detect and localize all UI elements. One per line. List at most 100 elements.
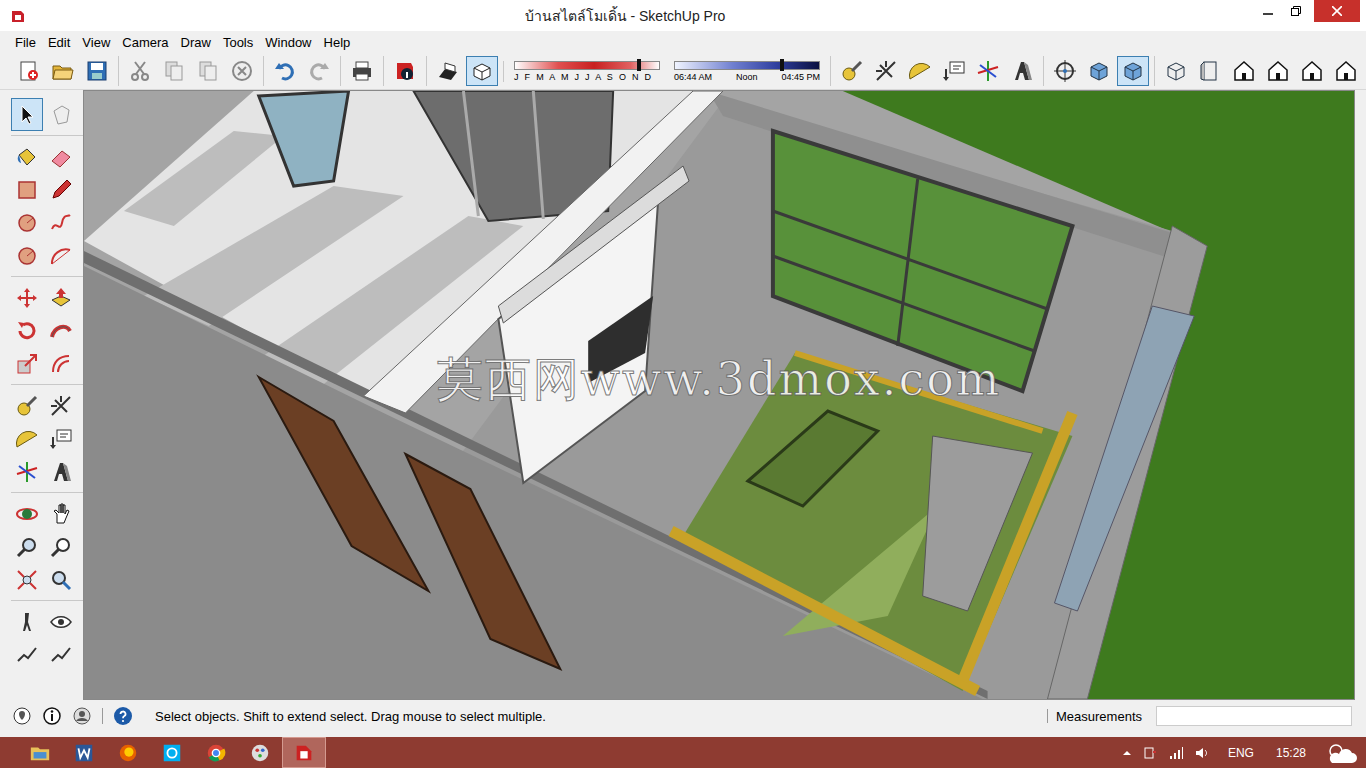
- menu-item[interactable]: Tools: [218, 33, 258, 52]
- taskbar-app[interactable]: [194, 737, 238, 768]
- tool-button[interactable]: [11, 206, 43, 239]
- tool-button[interactable]: [45, 173, 77, 206]
- close-button[interactable]: [1314, 0, 1360, 22]
- toolbar-button[interactable]: [303, 56, 335, 86]
- toolbar-button[interactable]: [1194, 56, 1226, 86]
- tool-button[interactable]: [45, 605, 77, 638]
- toolbar-button[interactable]: [192, 56, 224, 86]
- toolbar-button[interactable]: [466, 56, 498, 86]
- date-marker[interactable]: [637, 59, 641, 71]
- show-hidden-icons-icon[interactable]: [1122, 748, 1132, 758]
- menu-item[interactable]: View: [77, 33, 115, 52]
- menu-item[interactable]: Camera: [117, 33, 173, 52]
- restore-button[interactable]: [1282, 0, 1310, 22]
- toolbar-button[interactable]: [47, 56, 79, 86]
- menu-item[interactable]: Window: [260, 33, 316, 52]
- tool-button[interactable]: [11, 638, 43, 671]
- taskbar-app[interactable]: [238, 737, 282, 768]
- tool-button[interactable]: [45, 206, 77, 239]
- tool-button[interactable]: [11, 563, 43, 596]
- tool-button[interactable]: [45, 98, 77, 131]
- toolbar-button[interactable]: [226, 56, 258, 86]
- menu-item[interactable]: Help: [319, 33, 356, 52]
- toolbar-button[interactable]: [269, 56, 301, 86]
- tool-button[interactable]: [11, 497, 43, 530]
- toolbar-button[interactable]: [1160, 56, 1192, 86]
- toolbar-button[interactable]: [1262, 56, 1294, 86]
- help-icon[interactable]: [113, 706, 133, 726]
- minimize-button[interactable]: [1254, 0, 1282, 22]
- tool-button[interactable]: [45, 497, 77, 530]
- tool-button[interactable]: [45, 638, 77, 671]
- time-marker[interactable]: [780, 59, 784, 71]
- tool-button[interactable]: [11, 455, 43, 488]
- tool-button[interactable]: [11, 281, 43, 314]
- toolbar-button[interactable]: [1083, 56, 1115, 86]
- toolbar-button[interactable]: [346, 56, 378, 86]
- tool-button[interactable]: [11, 314, 43, 347]
- tool-button[interactable]: [11, 347, 43, 380]
- tool-button[interactable]: [45, 140, 77, 173]
- toolbar-button[interactable]: [870, 56, 902, 86]
- toolbar-button[interactable]: [836, 56, 868, 86]
- signal-icon[interactable]: [1168, 745, 1184, 761]
- save-icon: [85, 59, 109, 83]
- toolbar-button[interactable]: [972, 56, 1004, 86]
- tool-button[interactable]: [11, 422, 43, 455]
- geo-location-icon[interactable]: [12, 706, 32, 726]
- volume-icon[interactable]: [1194, 745, 1210, 761]
- follow-icon: [49, 319, 73, 343]
- taskbar-app[interactable]: [150, 737, 194, 768]
- taskbar-app[interactable]: [106, 737, 150, 768]
- tool-button[interactable]: [45, 455, 77, 488]
- taskbar-app[interactable]: [62, 737, 106, 768]
- toolbar-button[interactable]: [1228, 56, 1260, 86]
- tool-button[interactable]: [45, 314, 77, 347]
- tool-button[interactable]: [11, 140, 43, 173]
- input-language[interactable]: ENG: [1220, 746, 1262, 760]
- toolbar-button[interactable]: [13, 56, 45, 86]
- menu-item[interactable]: Draw: [176, 33, 216, 52]
- toolbar-button[interactable]: [1296, 56, 1328, 86]
- weather-icon[interactable]: [1324, 741, 1358, 765]
- protractor-icon: [908, 59, 932, 83]
- toolbar-button[interactable]: [1330, 56, 1362, 86]
- clock[interactable]: 15:28: [1272, 746, 1314, 760]
- tool-button[interactable]: [11, 239, 43, 272]
- chrome-icon: [205, 742, 227, 764]
- tool-button[interactable]: [45, 389, 77, 422]
- user-icon[interactable]: [72, 706, 92, 726]
- menu-item[interactable]: Edit: [43, 33, 75, 52]
- tool-button[interactable]: [11, 173, 43, 206]
- tool-button[interactable]: [45, 239, 77, 272]
- toolbar-button[interactable]: [158, 56, 190, 86]
- measurements-input[interactable]: [1156, 706, 1352, 726]
- toolbar-button[interactable]: [389, 56, 421, 86]
- power-icon[interactable]: [1142, 745, 1158, 761]
- toolbar-button[interactable]: [1049, 56, 1081, 86]
- date-slider[interactable]: J F M A M J J A S O N D: [514, 61, 660, 82]
- toolbar-button[interactable]: [1117, 56, 1149, 86]
- toolbar-button[interactable]: [938, 56, 970, 86]
- menu-item[interactable]: File: [10, 33, 41, 52]
- tool-button[interactable]: [45, 530, 77, 563]
- tool-button[interactable]: [11, 98, 43, 131]
- tool-button[interactable]: [45, 281, 77, 314]
- tool-button[interactable]: [11, 605, 43, 638]
- toolbar-button[interactable]: [1006, 56, 1038, 86]
- tool-button[interactable]: [45, 563, 77, 596]
- minimize-icon: [1263, 6, 1273, 16]
- tool-button[interactable]: [11, 389, 43, 422]
- toolbar-button[interactable]: [124, 56, 156, 86]
- taskbar-app[interactable]: [282, 737, 326, 768]
- time-slider[interactable]: 06:44 AMNoon04:45 PM: [674, 61, 820, 82]
- taskbar-app[interactable]: [18, 737, 62, 768]
- toolbar-button[interactable]: [904, 56, 936, 86]
- tool-button[interactable]: [45, 347, 77, 380]
- model-viewport[interactable]: 莫西网www.3dmox.com: [83, 90, 1355, 700]
- tool-button[interactable]: [11, 530, 43, 563]
- tool-button[interactable]: [45, 422, 77, 455]
- toolbar-button[interactable]: [81, 56, 113, 86]
- toolbar-button[interactable]: [432, 56, 464, 86]
- credits-icon[interactable]: [42, 706, 62, 726]
